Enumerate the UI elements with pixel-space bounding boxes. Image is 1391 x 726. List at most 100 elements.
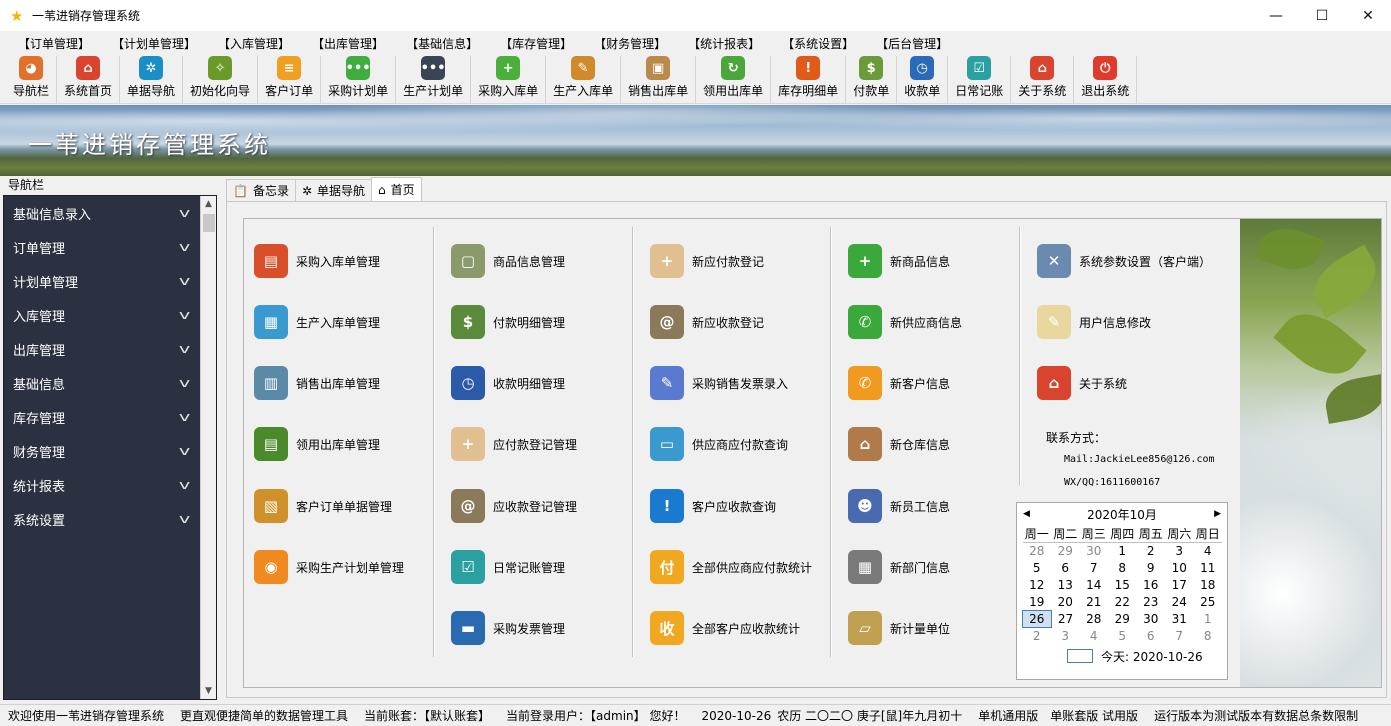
calendar-day[interactable]: 22 (1108, 594, 1137, 611)
function-item[interactable]: + 新应付款登记 (650, 241, 835, 281)
toolbar-button[interactable]: ⌂ 系统首页 (57, 56, 121, 103)
function-item[interactable]: ! 客户应收款查询 (650, 486, 835, 526)
menu-item[interactable]: 【后台管理】 (872, 35, 952, 52)
calendar-day[interactable]: 2 (1023, 628, 1052, 645)
toolbar-button[interactable]: $ 付款单 (846, 56, 898, 103)
nav-item[interactable]: 统计报表 v (4, 468, 216, 502)
toolbar-button[interactable]: ! 库存明细单 (771, 56, 847, 103)
tab[interactable]: 📋 备忘录 (226, 179, 296, 201)
nav-item[interactable]: 基础信息 v (4, 366, 216, 400)
function-item[interactable]: ▢ 商品信息管理 (451, 241, 636, 281)
calendar-day[interactable]: 27 (1051, 611, 1080, 628)
calendar-day[interactable]: 1 (1108, 543, 1137, 560)
toolbar-button[interactable]: ••• 生产计划单 (396, 56, 472, 103)
function-item[interactable]: ⌂ 关于系统 (1037, 363, 1222, 403)
function-item[interactable]: ✕ 系统参数设置（客户端） (1037, 241, 1222, 281)
nav-item[interactable]: 订单管理 v (4, 230, 216, 264)
menu-item[interactable]: 【库存管理】 (496, 35, 576, 52)
toolbar-button[interactable]: ☑ 日常记账 (948, 56, 1012, 103)
toolbar-button[interactable]: ⌂ 关于系统 (1011, 56, 1075, 103)
function-item[interactable]: ▱ 新计量单位 (848, 608, 1033, 648)
nav-item[interactable]: 财务管理 v (4, 434, 216, 468)
scroll-thumb[interactable] (203, 214, 215, 232)
calendar-day[interactable]: 10 (1165, 560, 1194, 577)
calendar-day[interactable]: 20 (1051, 594, 1080, 611)
calendar-day[interactable]: 14 (1080, 577, 1109, 594)
function-item[interactable]: ☻ 新员工信息 (848, 486, 1033, 526)
calendar[interactable]: ◀ 2020年10月 ▶ 周一 周二 周三 周四 周五 周六 周日 28 29 30 1 2 3 4 5 6… (1016, 502, 1228, 680)
maximize-button[interactable]: ☐ (1299, 0, 1345, 31)
function-item[interactable]: ▬ 采购发票管理 (451, 608, 636, 648)
calendar-day[interactable]: 21 (1080, 594, 1109, 611)
tab[interactable]: ⌂ 首页 (371, 177, 422, 201)
calendar-day[interactable]: 24 (1165, 594, 1194, 611)
nav-item[interactable]: 出库管理 v (4, 332, 216, 366)
toolbar-button[interactable]: ↻ 领用出库单 (696, 56, 772, 103)
calendar-day[interactable]: 25 (1194, 594, 1223, 611)
menu-item[interactable]: 【订单管理】 (14, 35, 94, 52)
calendar-day[interactable]: 11 (1194, 560, 1223, 577)
calendar-day[interactable]: 31 (1165, 611, 1194, 628)
scroll-down-icon[interactable]: ▼ (201, 683, 216, 699)
calendar-day[interactable]: 30 (1080, 543, 1109, 560)
menu-item[interactable]: 【出库管理】 (308, 35, 388, 52)
function-item[interactable]: ▤ 领用出库单管理 (254, 424, 439, 464)
calendar-day[interactable]: 7 (1165, 628, 1194, 645)
toolbar-button[interactable]: ••• 采购计划单 (321, 56, 397, 103)
toolbar-button[interactable]: ≡ 客户订单 (258, 56, 322, 103)
calendar-day[interactable]: 8 (1108, 560, 1137, 577)
toolbar-button[interactable]: ◷ 收款单 (897, 56, 949, 103)
function-item[interactable]: + 新商品信息 (848, 241, 1033, 281)
nav-item[interactable]: 计划单管理 v (4, 264, 216, 298)
calendar-day[interactable]: 6 (1137, 628, 1166, 645)
function-item[interactable]: ⌂ 新仓库信息 (848, 424, 1033, 464)
calendar-day[interactable]: 5 (1108, 628, 1137, 645)
function-item[interactable]: 付全部供应商应付款统计 (650, 547, 835, 587)
menu-item[interactable]: 【基础信息】 (402, 35, 482, 52)
calendar-day[interactable]: 3 (1165, 543, 1194, 560)
function-item[interactable]: ◉ 采购生产计划单管理 (254, 547, 439, 587)
toolbar-button[interactable]: ✎ 生产入库单 (546, 56, 622, 103)
toolbar-button[interactable]: ⏻ 退出系统 (1074, 56, 1138, 103)
function-item[interactable]: ▤ 采购入库单管理 (254, 241, 439, 281)
calendar-today[interactable]: 今天: 2020-10-26 (1017, 648, 1227, 665)
calendar-day[interactable]: 29 (1108, 611, 1137, 628)
close-button[interactable]: ✕ (1345, 0, 1391, 31)
menu-item[interactable]: 【财务管理】 (590, 35, 670, 52)
calendar-day[interactable]: 16 (1137, 577, 1166, 594)
calendar-day[interactable]: 1 (1194, 611, 1223, 628)
calendar-day[interactable]: 30 (1137, 611, 1166, 628)
function-item[interactable]: @ 应收款登记管理 (451, 486, 636, 526)
calendar-day[interactable]: 17 (1165, 577, 1194, 594)
calendar-day[interactable]: 15 (1108, 577, 1137, 594)
scroll-up-icon[interactable]: ▲ (201, 196, 216, 212)
toolbar-button[interactable]: ✲ 单据导航 (120, 56, 184, 103)
tab[interactable]: ✲ 单据导航 (294, 179, 373, 201)
calendar-day[interactable]: 5 (1023, 560, 1052, 577)
function-item[interactable]: $ 付款明细管理 (451, 302, 636, 342)
menu-item[interactable]: 【计划单管理】 (108, 35, 200, 52)
calendar-day[interactable]: 13 (1051, 577, 1080, 594)
minimize-button[interactable]: — (1253, 0, 1299, 31)
menu-item[interactable]: 【系统设置】 (778, 35, 858, 52)
prev-month-icon[interactable]: ◀ (1023, 509, 1030, 519)
calendar-day[interactable]: 29 (1051, 543, 1080, 560)
menu-item[interactable]: 【统计报表】 (684, 35, 764, 52)
calendar-day[interactable]: 6 (1051, 560, 1080, 577)
function-item[interactable]: ✎ 采购销售发票录入 (650, 363, 835, 403)
calendar-day[interactable]: 28 (1080, 611, 1109, 628)
toolbar-button[interactable]: + 采购入库单 (471, 56, 547, 103)
toolbar-button[interactable]: ◕ 导航栏 (6, 56, 58, 103)
nav-item[interactable]: 库存管理 v (4, 400, 216, 434)
nav-item[interactable]: 基础信息录入 v (4, 196, 216, 230)
calendar-day[interactable]: 4 (1194, 543, 1223, 560)
menu-item[interactable]: 【入库管理】 (214, 35, 294, 52)
function-item[interactable]: 收全部客户应收款统计 (650, 608, 835, 648)
calendar-day[interactable]: 2 (1137, 543, 1166, 560)
function-item[interactable]: + 应付款登记管理 (451, 424, 636, 464)
nav-item[interactable]: 入库管理 v (4, 298, 216, 332)
next-month-icon[interactable]: ▶ (1214, 509, 1221, 519)
toolbar-button[interactable]: ▣ 销售出库单 (621, 56, 697, 103)
nav-item[interactable]: 系统设置 v (4, 502, 216, 536)
calendar-day[interactable]: 28 (1023, 543, 1052, 560)
